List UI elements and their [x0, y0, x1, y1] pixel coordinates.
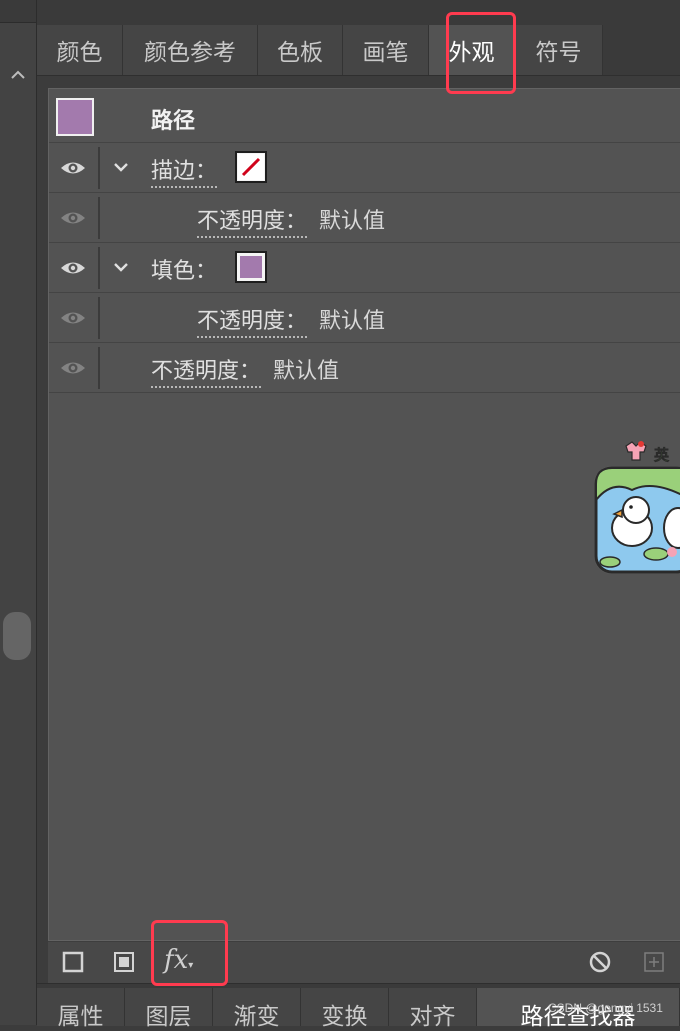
appearance-toolbar: fx▾ [48, 941, 680, 984]
row-divider [98, 147, 100, 189]
fill-opacity-row[interactable]: 不透明度： 默认值 [49, 293, 680, 343]
opacity-row[interactable]: 不透明度： 默认值 [49, 343, 680, 393]
watermark-text: CSDN @gongyi 1531 [548, 1001, 663, 1015]
duplicate-plus-icon[interactable] [642, 950, 666, 974]
highlight-box-fx-button [151, 920, 228, 986]
duck-sticker-image: 英 [594, 441, 680, 574]
visibility-eye-icon[interactable] [59, 258, 87, 278]
tab-properties[interactable]: 属性 [37, 988, 125, 1030]
panel-header-strip [37, 0, 680, 23]
fill-label[interactable]: 填色： [151, 253, 217, 285]
row-divider [98, 247, 100, 289]
tab-gradient[interactable]: 渐变 [213, 988, 301, 1030]
fill-row[interactable]: 填色： [49, 243, 680, 293]
sticker-text: 英 [654, 446, 670, 464]
chevron-down-icon[interactable] [111, 257, 131, 277]
panel-tabs: 颜色 颜色参考 色板 画笔 外观 符号 [37, 22, 680, 76]
stroke-swatch[interactable] [235, 151, 267, 183]
row-divider [98, 347, 100, 389]
add-fill-square-filled-icon[interactable] [112, 950, 136, 974]
chevron-down-icon[interactable] [111, 157, 131, 177]
left-dock [0, 0, 37, 1025]
collapse-up-icon[interactable] [9, 66, 27, 84]
stroke-opacity-label[interactable]: 不透明度： [197, 203, 308, 238]
stroke-opacity-row[interactable]: 不透明度： 默认值 [49, 193, 680, 243]
tab-symbols[interactable]: 符号 [515, 25, 603, 75]
add-stroke-square-outline-icon[interactable] [61, 950, 85, 974]
fill-color [240, 256, 262, 278]
tab-align[interactable]: 对齐 [389, 988, 477, 1030]
row-divider [98, 297, 100, 339]
tab-swatches[interactable]: 色板 [258, 25, 343, 75]
dock-topbar [0, 0, 36, 23]
appearance-panel: 路径 描边： 不透明度： 默认值 填色： 不透明度： 默认值 不透明度： 默认值 [48, 88, 680, 941]
visibility-eye-icon[interactable] [59, 208, 87, 228]
fill-swatch[interactable] [235, 251, 267, 283]
fill-opacity-value: 默认值 [319, 309, 386, 334]
fill-opacity-label[interactable]: 不透明度： [197, 303, 308, 338]
object-label: 路径 [151, 109, 196, 134]
visibility-eye-icon[interactable] [59, 358, 87, 378]
object-thumbnail [56, 98, 94, 136]
no-stroke-icon [238, 154, 264, 180]
opacity-value: 默认值 [273, 359, 340, 384]
tab-layers[interactable]: 图层 [125, 988, 213, 1030]
tab-brushes[interactable]: 画笔 [343, 25, 429, 75]
clear-appearance-no-icon[interactable] [588, 950, 612, 974]
stroke-label[interactable]: 描边： [151, 153, 218, 188]
object-row[interactable]: 路径 [49, 93, 680, 143]
row-divider [98, 197, 100, 239]
tab-transform[interactable]: 变换 [301, 988, 389, 1030]
tab-color-guide[interactable]: 颜色参考 [123, 25, 258, 75]
stroke-opacity-value: 默认值 [319, 209, 386, 234]
stroke-row[interactable]: 描边： [49, 143, 680, 193]
visibility-eye-icon[interactable] [59, 158, 87, 178]
scrollbar-thumb[interactable] [3, 612, 31, 660]
tab-color[interactable]: 颜色 [37, 25, 123, 75]
opacity-label[interactable]: 不透明度： [151, 353, 262, 388]
visibility-eye-icon[interactable] [59, 308, 87, 328]
highlight-box-appearance-tab [446, 12, 516, 94]
